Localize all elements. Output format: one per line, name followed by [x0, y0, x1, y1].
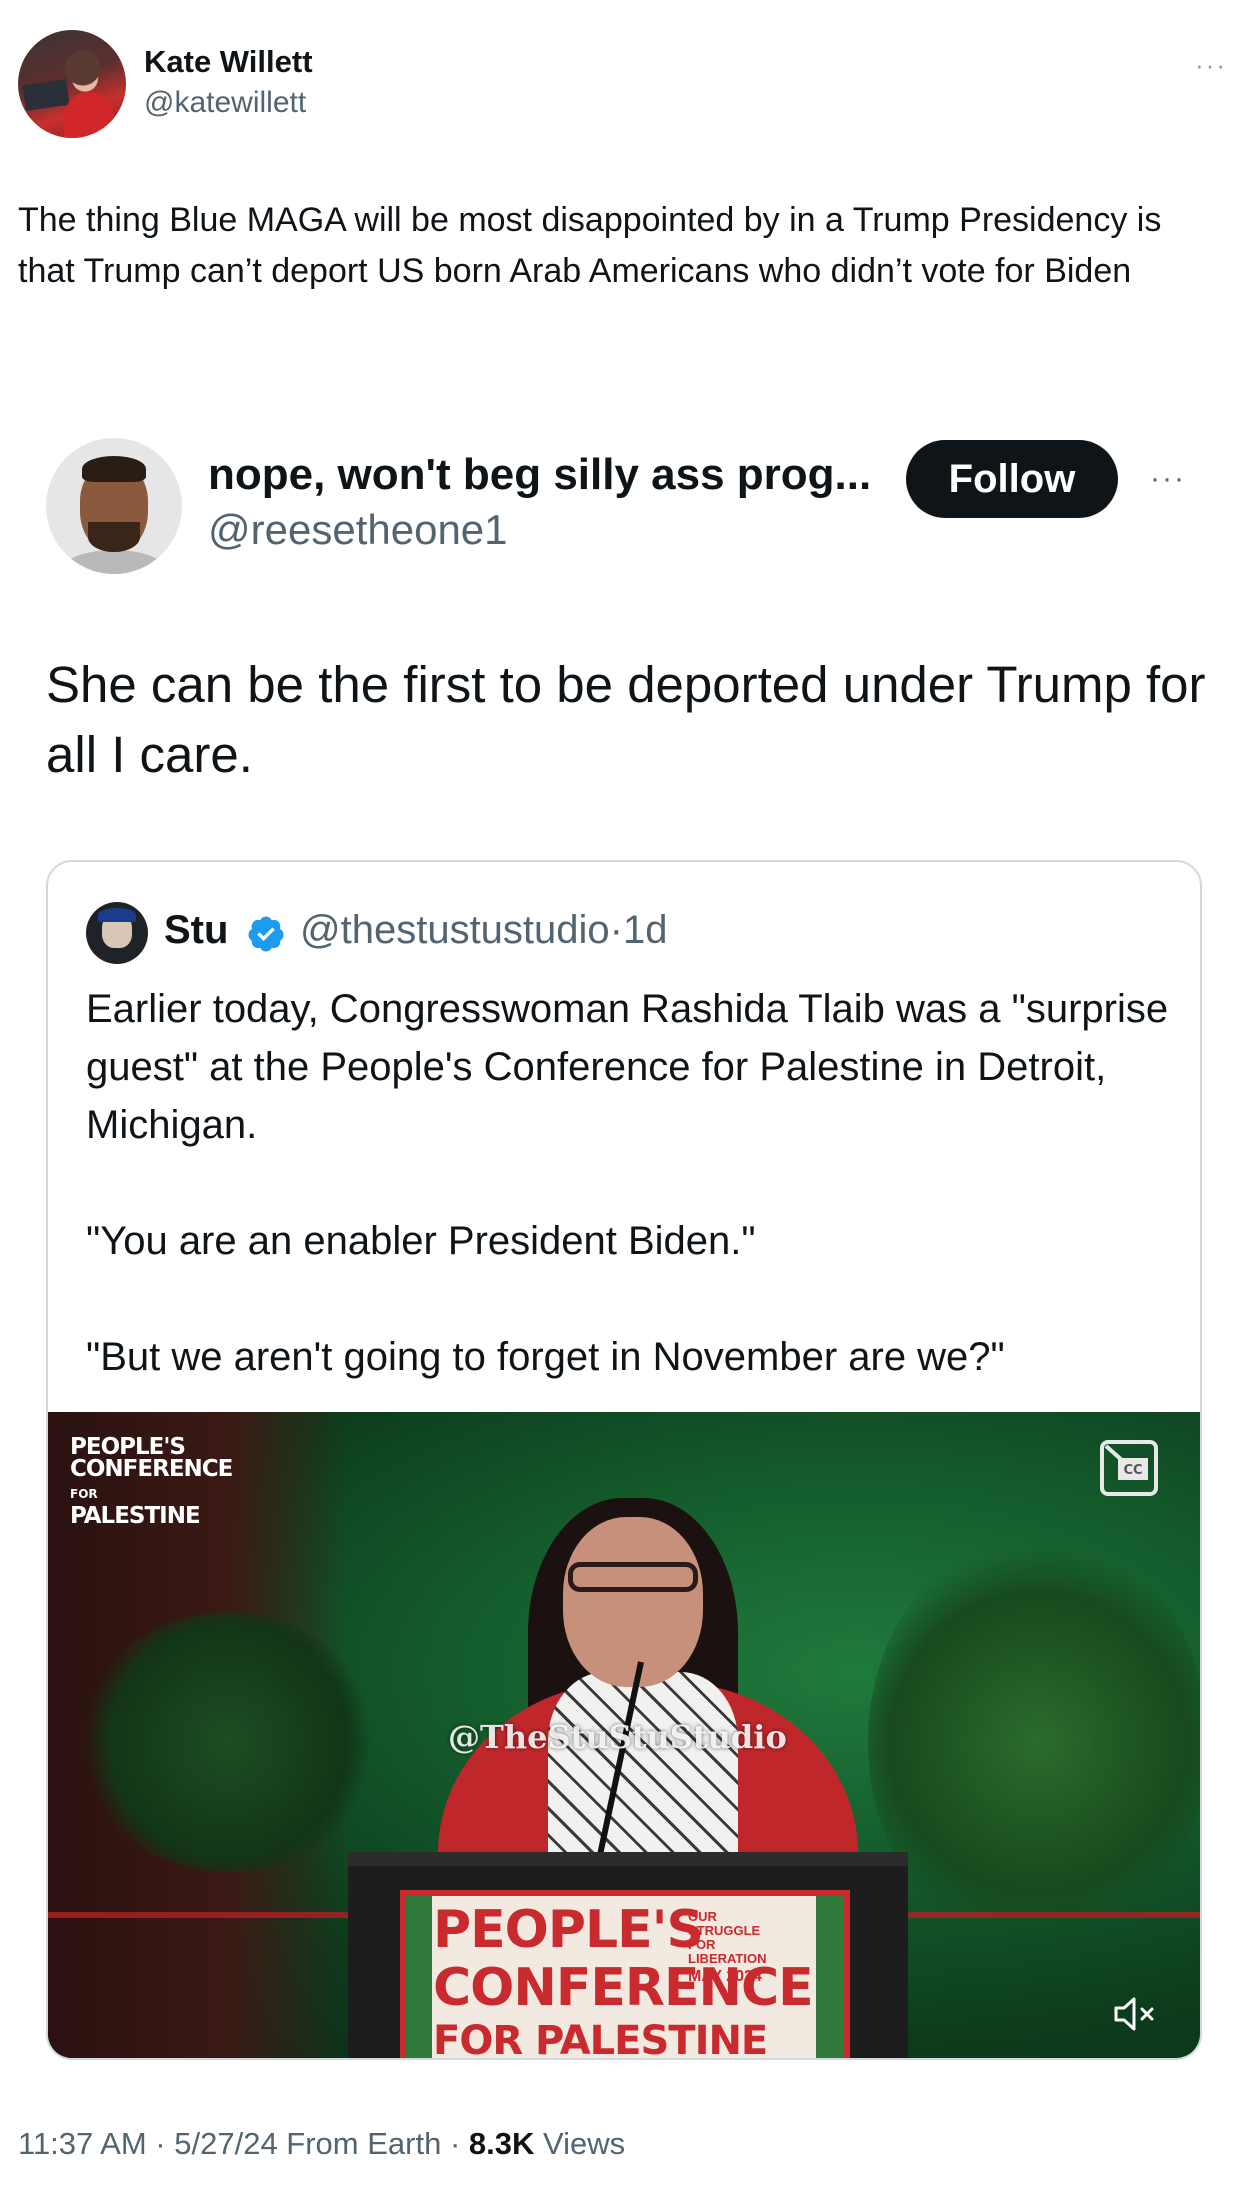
meta-separator: · — [146, 2126, 175, 2161]
quoted-avatar[interactable] — [86, 902, 148, 964]
quoted-author-handle[interactable]: @thestustustudio — [300, 908, 610, 952]
tweet-text: The thing Blue MAGA will be most disappo… — [18, 201, 1162, 290]
author-handle[interactable]: @katewillett — [144, 86, 306, 120]
quoted-author-handle-and-age[interactable]: @thestustustudio·1d — [300, 908, 668, 953]
reply-author-handle[interactable]: @reesetheone1 — [208, 506, 508, 554]
more-options-icon[interactable]: ··· — [1195, 50, 1227, 81]
avatar[interactable] — [18, 30, 126, 138]
logo-for: FOR — [70, 1487, 98, 1501]
separator-dot: · — [609, 908, 623, 952]
logo-line-2: CONFERENCE — [70, 1456, 233, 1482]
video-watermark: @TheStuStuStudio — [448, 1718, 787, 1756]
sign-small-2: FOR LIBERATION — [688, 1937, 767, 1966]
quoted-tweet-header: Stu @thestustustudio·1d — [86, 902, 1166, 966]
quoted-paragraph-3: "But we aren't going to forget in Novemb… — [86, 1335, 1005, 1379]
author-name[interactable]: Kate Willett — [144, 44, 313, 80]
logo-line-3: PALESTINE — [70, 1503, 201, 1529]
channel-logo-icon: CC — [1100, 1440, 1158, 1496]
reply-avatar[interactable] — [46, 438, 182, 574]
quoted-tweet-card[interactable]: Stu @thestustustudio·1d Earlier today, C… — [46, 860, 1202, 2060]
follow-button[interactable]: Follow — [906, 440, 1118, 518]
svg-text:CC: CC — [1123, 1463, 1142, 1478]
sign-small-3: MAY 2024 — [688, 1968, 762, 1985]
quoted-author-name[interactable]: Stu — [164, 908, 228, 953]
reply-more-options-icon[interactable]: ··· — [1150, 462, 1186, 496]
verified-badge-icon — [248, 916, 284, 952]
reply-text: She can be the first to be deported unde… — [46, 656, 1206, 783]
conference-logo: PEOPLE'S CONFERENCE FOR PALESTINE — [70, 1434, 233, 1529]
tweet-date[interactable]: 5/27/24 — [174, 2126, 277, 2161]
outer-tweet-header: Kate Willett @katewillett ··· — [18, 30, 1231, 140]
tweet-source: From Earth — [277, 2126, 442, 2161]
sign-small-text: OUR STRUGGLE FOR LIBERATION MAY 2024 — [688, 1909, 778, 1985]
tweet-time[interactable]: 11:37 AM — [18, 2126, 147, 2161]
sign-line-1: PEOPLE'S — [433, 1900, 704, 1960]
mute-icon[interactable] — [1110, 1992, 1162, 2036]
quoted-tweet-text: Earlier today, Congresswoman Rashida Tla… — [86, 980, 1176, 1386]
logo-line-1: PEOPLE'S — [70, 1434, 186, 1460]
meta-separator: · — [441, 2126, 469, 2161]
quoted-paragraph-1: Earlier today, Congresswoman Rashida Tla… — [86, 987, 1169, 1147]
tweet-age[interactable]: 1d — [623, 908, 668, 952]
quoted-paragraph-2: "You are an enabler President Biden." — [86, 1219, 756, 1263]
tweet-metadata: 11:37 AM · 5/27/24 From Earth · 8.3K Vie… — [18, 2126, 625, 2162]
views-count[interactable]: 8.3K — [469, 2126, 534, 2161]
sign-line-3: FOR PALESTINE — [433, 2018, 768, 2060]
sign-small-1: OUR STRUGGLE — [688, 1909, 761, 1938]
video-player[interactable]: PEOPLE'S CONFERENCE FOR PALESTINE OUR ST… — [48, 1412, 1200, 2060]
reply-author-name[interactable]: nope, won't beg silly ass prog... — [208, 450, 888, 500]
views-label: Views — [534, 2126, 626, 2161]
